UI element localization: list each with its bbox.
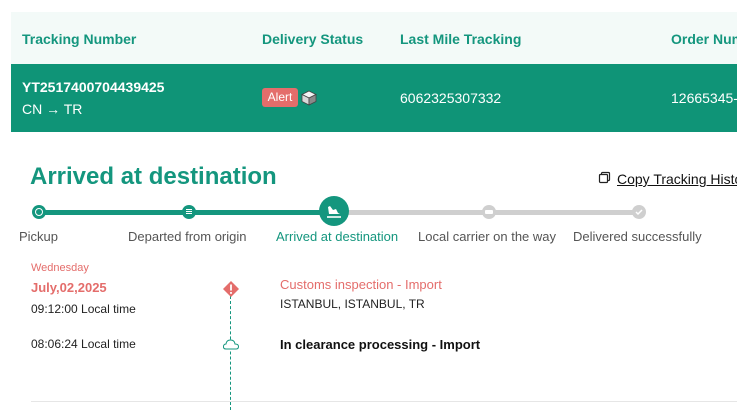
step-pickup-icon bbox=[32, 205, 46, 219]
step-label-pickup: Pickup bbox=[19, 229, 59, 244]
event-1-time: 09:12:00 Local time bbox=[31, 302, 136, 316]
step-arrived-icon bbox=[319, 196, 349, 226]
status-badge: Alert bbox=[262, 88, 298, 107]
header-last-mile-tracking: Last Mile Tracking bbox=[400, 31, 522, 47]
header-order-number: Order Num bbox=[671, 31, 737, 47]
status-title: Arrived at destination bbox=[30, 163, 277, 190]
package-icon bbox=[301, 90, 317, 106]
event-2-title: In clearance processing - Import bbox=[280, 337, 481, 352]
event-1-location: ISTANBUL, ISTANBUL, TR bbox=[280, 297, 425, 311]
timeline-line bbox=[230, 296, 231, 410]
copy-tracking-history-label: Copy Tracking History bbox=[617, 171, 737, 187]
header-delivery-status: Delivery Status bbox=[262, 31, 364, 47]
header-tracking-number: Tracking Number bbox=[22, 31, 137, 47]
event-2-time: 08:06:24 Local time bbox=[31, 337, 136, 351]
table-row[interactable] bbox=[11, 64, 737, 132]
divider bbox=[31, 401, 737, 402]
copy-icon bbox=[598, 171, 611, 184]
order-number: 12665345-2 bbox=[671, 90, 737, 106]
step-label-departed: Departed from origin bbox=[128, 229, 247, 244]
step-delivered-icon bbox=[632, 205, 646, 219]
tracking-number: YT2517400704439425 bbox=[22, 79, 165, 95]
cloud-icon bbox=[222, 339, 240, 350]
step-departed-icon bbox=[182, 205, 196, 219]
route-text: CN → TR bbox=[22, 101, 83, 117]
alert-diamond-icon bbox=[223, 281, 239, 297]
plane-landing-icon bbox=[327, 206, 341, 218]
step-label-local-carrier: Local carrier on the way bbox=[418, 229, 557, 244]
copy-tracking-history-button[interactable]: Copy Tracking History bbox=[598, 171, 737, 187]
event-date: July,02,2025 bbox=[31, 280, 107, 295]
check-icon bbox=[635, 209, 643, 216]
last-mile-number[interactable]: 6062325307332 bbox=[400, 90, 501, 106]
event-weekday: Wednesday bbox=[31, 262, 89, 274]
step-local-carrier-icon bbox=[482, 205, 496, 219]
step-label-arrived: Arrived at destination bbox=[276, 229, 399, 244]
event-1-title: Customs inspection - Import bbox=[280, 277, 442, 292]
step-label-delivered: Delivered successfully bbox=[573, 229, 702, 244]
